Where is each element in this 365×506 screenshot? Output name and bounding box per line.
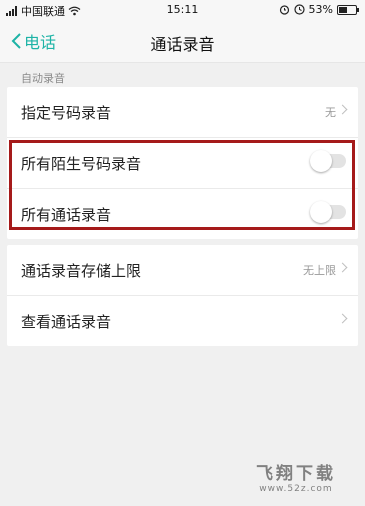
chevron-right-icon	[337, 313, 348, 324]
row-value: 无上限	[303, 264, 336, 277]
auto-record-card: 指定号码录音 无 所有陌生号码录音 所有通话录音	[7, 87, 358, 239]
toggle-knob	[310, 201, 332, 223]
row-value: 无	[325, 106, 336, 119]
row-all-calls: 所有通话录音	[7, 188, 358, 239]
section-header: 自动录音	[21, 72, 65, 85]
status-bar: 中国联通 15:11 53%	[0, 0, 365, 20]
storage-card: 通话录音存储上限 无上限 查看通话录音	[7, 245, 358, 346]
watermark: 飞翔下载 www.52z.com	[241, 459, 351, 494]
clock-icon	[293, 4, 305, 15]
toggle-unknown-numbers[interactable]	[310, 150, 346, 172]
nav-bar: 电话 通话录音	[0, 20, 365, 63]
row-label: 通话录音存储上限	[21, 261, 142, 280]
row-label: 所有通话录音	[21, 205, 112, 224]
alarm-icon	[279, 5, 289, 15]
battery-level	[339, 6, 348, 13]
row-specified-numbers[interactable]: 指定号码录音 无	[7, 87, 358, 137]
row-label: 指定号码录音	[21, 103, 112, 122]
chevron-right-icon	[337, 104, 348, 115]
toggle-knob	[310, 150, 332, 172]
toggle-all-calls[interactable]	[310, 201, 346, 223]
row-storage-limit[interactable]: 通话录音存储上限 无上限	[7, 245, 358, 295]
row-label: 查看通话录音	[21, 312, 112, 331]
row-unknown-numbers: 所有陌生号码录音	[7, 137, 358, 188]
watermark-logo: 飞翔下载	[256, 464, 336, 484]
watermark-url: www.52z.com	[259, 484, 333, 494]
row-view-recordings[interactable]: 查看通话录音	[7, 295, 358, 346]
page-title: 通话录音	[150, 35, 215, 54]
chevron-right-icon	[337, 262, 348, 273]
battery-percent: 53%	[308, 3, 333, 16]
row-label: 所有陌生号码录音	[21, 154, 142, 173]
status-right: 53%	[279, 3, 359, 16]
battery-icon	[337, 4, 359, 15]
